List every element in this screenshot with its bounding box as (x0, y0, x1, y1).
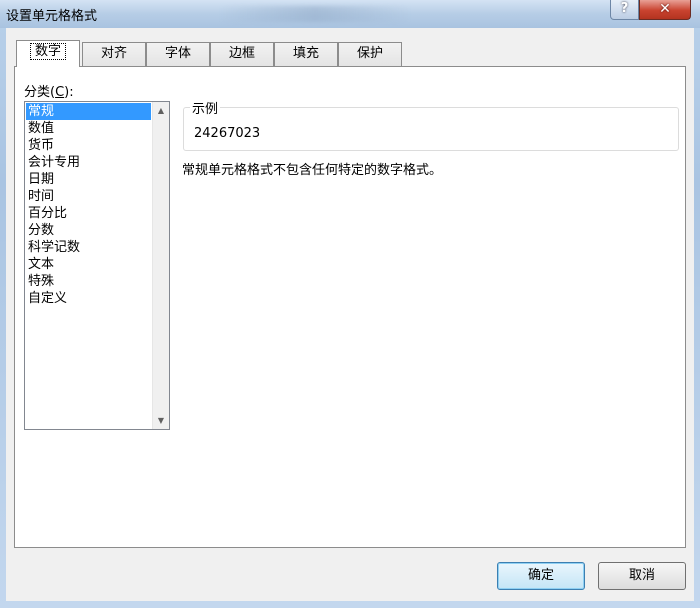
category-item-general[interactable]: 常规 (26, 103, 151, 120)
title-bar[interactable]: 设置单元格格式 ? ✕ (0, 0, 700, 28)
category-item-fraction[interactable]: 分数 (26, 222, 151, 239)
category-item-number[interactable]: 数值 (26, 120, 151, 137)
sample-group: 示例 24267023 (183, 98, 679, 151)
category-items: 常规 数值 货币 会计专用 日期 时间 百分比 分数 科学记数 文本 特殊 自定… (26, 103, 151, 307)
tab-number-label: 数字 (29, 43, 66, 60)
tab-border[interactable]: 边框 (210, 42, 274, 66)
down-arrow-icon[interactable]: ▼ (153, 412, 169, 429)
category-item-scientific[interactable]: 科学记数 (26, 239, 151, 256)
sample-legend: 示例 (190, 98, 221, 117)
ok-button[interactable]: 确定 (497, 562, 585, 590)
category-item-date[interactable]: 日期 (26, 171, 151, 188)
close-button[interactable]: ✕ (639, 0, 691, 20)
tab-number[interactable]: 数字 (16, 40, 80, 67)
category-item-special[interactable]: 特殊 (26, 273, 151, 290)
sample-value: 24267023 (194, 126, 261, 141)
dialog-window: 设置单元格格式 ? ✕ 数字 对齐 字体 边框 填充 保护 分类(C): 常规 … (0, 0, 700, 608)
tab-font[interactable]: 字体 (146, 42, 210, 66)
title-bar-glass (220, 6, 410, 22)
category-listbox[interactable]: 常规 数值 货币 会计专用 日期 时间 百分比 分数 科学记数 文本 特殊 自定… (24, 101, 170, 430)
category-scrollbar[interactable]: ▲ ▼ (152, 102, 169, 429)
cancel-button[interactable]: 取消 (598, 562, 686, 590)
format-description: 常规单元格格式不包含任何特定的数字格式。 (182, 163, 443, 178)
help-button[interactable]: ? (610, 0, 639, 20)
dialog-title: 设置单元格格式 (6, 9, 98, 24)
category-label: 分类(C): (24, 85, 74, 100)
number-tab-panel: 分类(C): 常规 数值 货币 会计专用 日期 时间 百分比 分数 科学记数 文… (14, 66, 686, 548)
tab-protection[interactable]: 保护 (338, 42, 402, 66)
category-item-time[interactable]: 时间 (26, 188, 151, 205)
category-item-accounting[interactable]: 会计专用 (26, 154, 151, 171)
category-item-custom[interactable]: 自定义 (26, 290, 151, 307)
category-item-text[interactable]: 文本 (26, 256, 151, 273)
dialog-body: 数字 对齐 字体 边框 填充 保护 分类(C): 常规 数值 货币 会计专用 日… (6, 28, 694, 601)
tab-fill[interactable]: 填充 (274, 42, 338, 66)
up-arrow-icon[interactable]: ▲ (153, 102, 169, 119)
category-item-currency[interactable]: 货币 (26, 137, 151, 154)
tab-alignment[interactable]: 对齐 (82, 42, 146, 66)
category-item-percentage[interactable]: 百分比 (26, 205, 151, 222)
